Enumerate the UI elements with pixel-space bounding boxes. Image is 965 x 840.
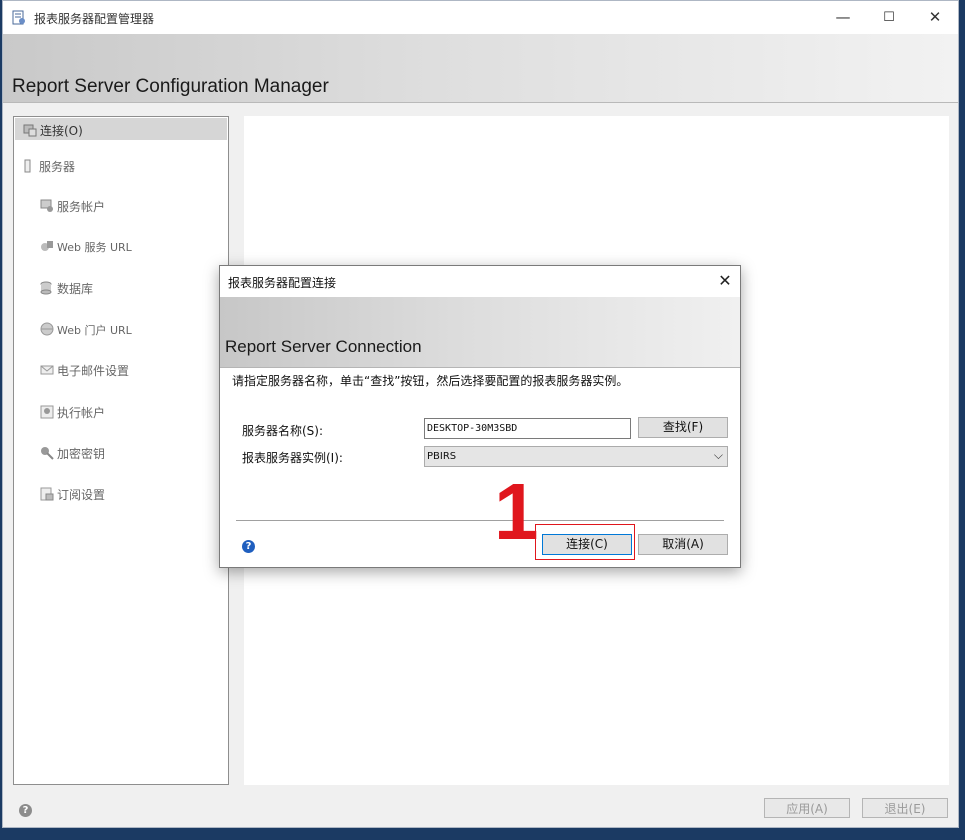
sidebar-item-label: Web 服务 URL (57, 241, 132, 254)
sidebar-item-email[interactable]: 电子邮件设置 (40, 362, 129, 379)
sidebar-nav: 连接(O) 服务器 服务帐户 Web 服务 URL 数据库 Web 门户 URL… (13, 116, 229, 785)
header-band: Report Server Configuration Manager (3, 34, 958, 103)
sidebar-item-database[interactable]: 数据库 (40, 280, 93, 297)
title-bar: 报表服务器配置管理器 — ☐ ✕ (3, 1, 958, 34)
key-icon (41, 447, 54, 460)
app-icon (12, 10, 25, 25)
close-button[interactable]: ✕ (912, 1, 958, 34)
server-name-label: 服务器名称(S): (242, 424, 324, 438)
connection-dialog: 报表服务器配置连接 ✕ Report Server Connection 请指定… (219, 265, 741, 568)
dialog-title: 报表服务器配置连接 (228, 276, 337, 290)
annotation-step-number: 1 (494, 467, 539, 556)
email-icon (40, 365, 54, 375)
window-title: 报表服务器配置管理器 (34, 12, 155, 26)
find-button[interactable]: 查找(F) (638, 417, 728, 438)
sidebar-item-label: 订阅设置 (57, 488, 106, 502)
dialog-heading: Report Server Connection (225, 337, 422, 356)
help-icon[interactable]: ? (19, 804, 32, 817)
sidebar-item-label: Web 门户 URL (57, 324, 132, 337)
sidebar-item-label: 加密密钥 (57, 447, 106, 461)
globe-icon (40, 322, 54, 336)
sidebar-item-label: 连接(O) (40, 124, 83, 138)
server-icon (24, 159, 31, 173)
sidebar-item-service-account[interactable]: 服务帐户 (40, 198, 105, 215)
sidebar-item-connect[interactable]: 连接(O) (15, 118, 227, 140)
sidebar-item-encryption-keys[interactable]: 加密密钥 (40, 445, 105, 462)
sidebar-item-label: 数据库 (57, 282, 94, 296)
database-icon (40, 281, 52, 295)
web-service-icon (41, 241, 53, 251)
connect-icon (23, 124, 37, 137)
annotation-highlight-box (535, 524, 635, 560)
dialog-header-band: Report Server Connection (220, 297, 740, 368)
sidebar-item-subscription[interactable]: 订阅设置 (40, 486, 105, 503)
sidebar-item-label: 服务帐户 (57, 200, 106, 214)
execution-account-icon (40, 405, 54, 419)
instance-select[interactable]: PBIRS ⌵ (424, 446, 728, 467)
chevron-down-icon: ⌵ (713, 448, 723, 462)
maximize-button[interactable]: ☐ (866, 1, 912, 34)
subscription-icon (40, 487, 54, 501)
sidebar-item-web-service-url[interactable]: Web 服务 URL (40, 239, 132, 255)
exit-button[interactable]: 退出(E) (862, 798, 948, 818)
sidebar-item-label: 执行帐户 (57, 406, 106, 420)
sidebar-item-web-portal-url[interactable]: Web 门户 URL (40, 322, 132, 338)
service-account-icon (40, 199, 53, 212)
sidebar-item-execution-account[interactable]: 执行帐户 (40, 404, 105, 421)
apply-button[interactable]: 应用(A) (764, 798, 850, 818)
dialog-instruction: 请指定服务器名称，单击“查找”按钮，然后选择要配置的报表服务器实例。 (232, 374, 629, 388)
dialog-body: 请指定服务器名称，单击“查找”按钮，然后选择要配置的报表服务器实例。 服务器名称… (220, 368, 740, 567)
server-name-input[interactable] (424, 418, 631, 439)
instance-select-value: PBIRS (427, 451, 457, 462)
page-title: Report Server Configuration Manager (12, 76, 329, 97)
dialog-title-bar: 报表服务器配置连接 ✕ (220, 266, 740, 297)
minimize-button[interactable]: — (820, 1, 866, 34)
dialog-separator (236, 520, 724, 521)
sidebar-item-label: 服务器 (39, 160, 76, 174)
cancel-button[interactable]: 取消(A) (638, 534, 728, 555)
dialog-close-button[interactable]: ✕ (714, 270, 736, 292)
sidebar-item-label: 电子邮件设置 (57, 364, 130, 378)
instance-label: 报表服务器实例(I): (242, 451, 343, 465)
dialog-help-icon[interactable]: ? (242, 540, 255, 553)
sidebar-item-server[interactable]: 服务器 (22, 158, 75, 175)
